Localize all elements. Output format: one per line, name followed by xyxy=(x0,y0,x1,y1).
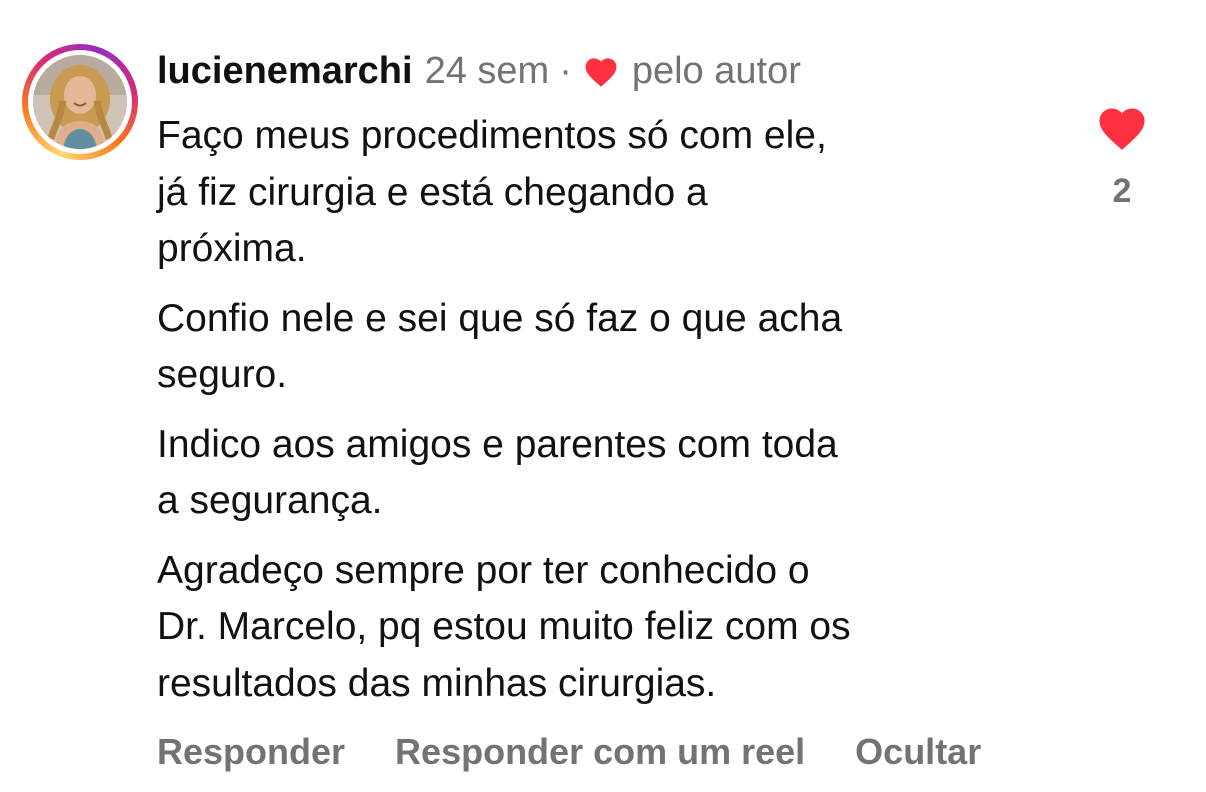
reply-with-reel-button[interactable]: Responder com um reel xyxy=(395,731,805,773)
separator: · xyxy=(559,49,572,92)
comment-time: 24 sem xyxy=(424,49,550,92)
comment-line: resultados das minhas cirurgias. xyxy=(157,661,717,705)
avatar[interactable] xyxy=(33,55,127,149)
comment-actions: Responder Responder com um reel Ocultar xyxy=(157,728,981,776)
username-link[interactable]: lucienemarchi xyxy=(157,50,413,93)
comment-line: Dr. Marcelo, pq estou muito feliz com os xyxy=(157,605,851,648)
comment-line: Confio nele e sei que só faz o que acha xyxy=(157,296,843,340)
comment: lucienemarchi 24 sem · pelo autor Faço m… xyxy=(0,0,1206,792)
like-button[interactable] xyxy=(1095,102,1149,152)
comment-text: Faço meus procedimentos só com ele, já fi… xyxy=(157,108,1057,725)
heart-icon xyxy=(1099,108,1145,150)
comment-paragraph: Indico aos amigos e parentes com toda a s… xyxy=(157,417,1057,530)
comment-line: já fiz cirurgia e está chegando a xyxy=(157,170,708,214)
avatar-ring-gap xyxy=(28,50,132,154)
avatar-photo xyxy=(33,55,127,149)
avatar-story-ring[interactable] xyxy=(22,44,138,160)
comment-header: lucienemarchi 24 sem · pelo autor xyxy=(157,46,801,96)
comment-line: Agradeço sempre por ter conhecido o xyxy=(157,548,810,592)
comment-line: a segurança. xyxy=(157,479,383,522)
comment-line: próxima. xyxy=(157,227,307,270)
reply-button[interactable]: Responder xyxy=(157,731,345,773)
comment-line: Faço meus procedimentos só com ele, xyxy=(157,114,827,157)
comment-paragraph: Confio nele e sei que só faz o que acha s… xyxy=(157,291,1057,404)
liked-by-author-label: pelo autor xyxy=(631,49,801,92)
hide-button[interactable]: Ocultar xyxy=(855,731,981,773)
like-count[interactable]: 2 xyxy=(1090,172,1154,211)
heart-icon xyxy=(582,54,620,88)
comment-line: Indico aos amigos e parentes com toda xyxy=(157,422,838,466)
comment-paragraph: Agradeço sempre por ter conhecido o Dr. M… xyxy=(157,543,1057,713)
comment-line: seguro. xyxy=(157,353,288,396)
comment-paragraph: Faço meus procedimentos só com ele, já fi… xyxy=(157,108,1057,278)
